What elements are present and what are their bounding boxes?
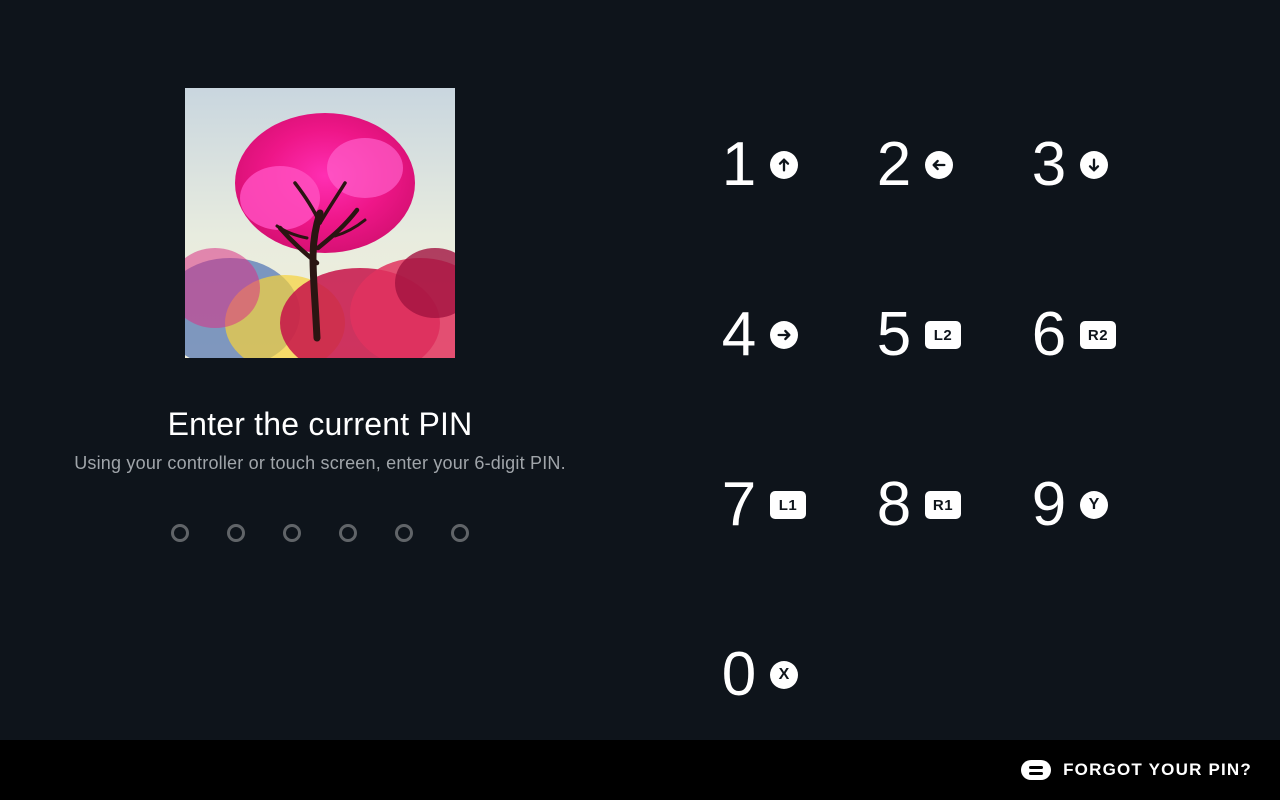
pin-dot (395, 524, 413, 542)
arrow-left-icon (925, 151, 953, 179)
key-7[interactable]: 7 L1 (720, 420, 875, 590)
key-digit: 1 (720, 134, 758, 196)
menu-icon (1021, 760, 1051, 780)
key-digit: 5 (875, 304, 913, 366)
arrow-right-icon (770, 321, 798, 349)
key-5[interactable]: 5 L2 (875, 250, 1030, 420)
key-1[interactable]: 1 (720, 80, 875, 250)
key-digit: 7 (720, 474, 758, 536)
key-digit: 4 (720, 304, 758, 366)
arrow-down-icon (1080, 151, 1108, 179)
pin-dot (227, 524, 245, 542)
button-x-icon: X (770, 661, 798, 689)
key-8[interactable]: 8 R1 (875, 420, 1030, 590)
key-digit: 8 (875, 474, 913, 536)
button-r1-icon: R1 (925, 491, 961, 519)
forgot-pin-button[interactable]: FORGOT YOUR PIN? (1021, 760, 1252, 780)
main-content: Enter the current PIN Using your control… (0, 0, 1280, 740)
button-l1-icon: L1 (770, 491, 806, 519)
left-panel: Enter the current PIN Using your control… (0, 0, 640, 740)
key-digit: 0 (720, 644, 758, 706)
key-digit: 6 (1030, 304, 1068, 366)
key-6[interactable]: 6 R2 (1030, 250, 1185, 420)
keypad-panel: 1 2 3 4 5 L2 6 R2 7 L1 8 R1 9Y 0X (640, 0, 1280, 740)
pin-dots (171, 524, 469, 542)
pin-dot (339, 524, 357, 542)
key-0[interactable]: 0X (720, 590, 875, 760)
forgot-pin-label: FORGOT YOUR PIN? (1063, 760, 1252, 780)
button-r2-icon: R2 (1080, 321, 1116, 349)
key-3[interactable]: 3 (1030, 80, 1185, 250)
key-digit: 9 (1030, 474, 1068, 536)
button-l2-icon: L2 (925, 321, 961, 349)
key-4[interactable]: 4 (720, 250, 875, 420)
pin-title: Enter the current PIN (168, 406, 473, 443)
button-y-icon: Y (1080, 491, 1108, 519)
keypad: 1 2 3 4 5 L2 6 R2 7 L1 8 R1 9Y 0X (720, 80, 1280, 760)
key-digit: 3 (1030, 134, 1068, 196)
pin-dot (451, 524, 469, 542)
pin-dot (171, 524, 189, 542)
pin-subtitle: Using your controller or touch screen, e… (74, 453, 566, 474)
pin-dot (283, 524, 301, 542)
arrow-up-icon (770, 151, 798, 179)
key-digit: 2 (875, 134, 913, 196)
footer-bar: FORGOT YOUR PIN? (0, 740, 1280, 800)
key-9[interactable]: 9Y (1030, 420, 1185, 590)
user-avatar (185, 88, 455, 358)
key-2[interactable]: 2 (875, 80, 1030, 250)
